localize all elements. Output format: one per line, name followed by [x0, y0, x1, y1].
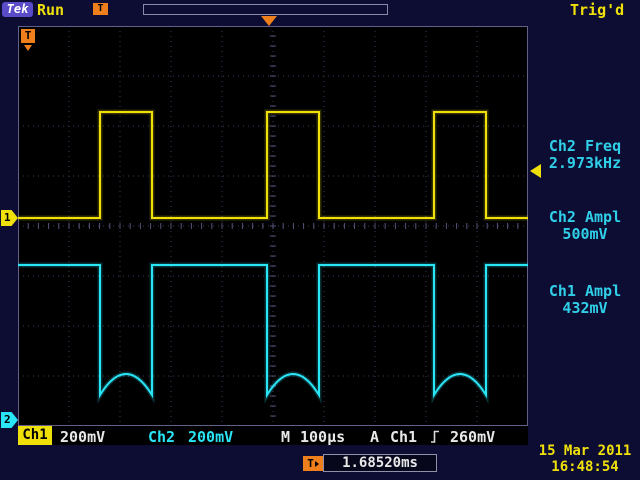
- ch1-trace-glow: [18, 112, 528, 218]
- trigger-position-indicator: T: [93, 3, 108, 15]
- ch1-position-marker: 1: [1, 210, 18, 226]
- ch2-label: Ch2: [148, 428, 175, 446]
- measurement-value: 432mV: [531, 300, 639, 317]
- status-bar: Ch1 200mV Ch2 200mV M 100µs A Ch1 260mV: [18, 426, 528, 445]
- trigger-time-badge: T: [303, 456, 323, 471]
- measurement-label: Ch1 Ampl: [531, 283, 639, 300]
- measurement-label: Ch2 Freq: [531, 138, 639, 155]
- trigger-marker: T: [21, 29, 35, 43]
- rising-edge-icon: [430, 429, 440, 447]
- right-arrow-icon: [315, 461, 319, 467]
- measurement-ch2-ampl: Ch2 Ampl 500mV: [531, 209, 639, 243]
- ch2-scale-readout: 200mV: [188, 428, 233, 446]
- ch1-label-badge: Ch1: [18, 426, 52, 445]
- ch1-scale-readout: 200mV: [60, 428, 105, 446]
- tek-logo: Tek: [2, 2, 33, 17]
- acquisition-status: Run: [37, 1, 64, 19]
- trigger-mode: A: [370, 428, 379, 446]
- measurement-ch1-ampl: Ch1 Ampl 432mV: [531, 283, 639, 317]
- date-readout: 15 Mar 2011: [530, 443, 640, 459]
- timebase-readout: 100µs: [300, 428, 345, 446]
- graticule: T: [18, 26, 528, 426]
- ch2-position-marker: 2: [1, 412, 18, 428]
- trigger-level-readout: 260mV: [450, 428, 495, 446]
- datetime-readout: 15 Mar 2011 16:48:54: [530, 443, 640, 475]
- measurement-value: 2.973kHz: [531, 155, 639, 172]
- trigger-time-readout: 1.68520ms: [323, 454, 437, 472]
- trigger-source: Ch1: [390, 428, 417, 446]
- waveform-display: [18, 26, 528, 426]
- measurement-value: 500mV: [531, 226, 639, 243]
- measurement-ch2-freq: Ch2 Freq 2.973kHz: [531, 138, 639, 172]
- timebase-label: M: [281, 428, 290, 446]
- clock-readout: 16:48:54: [530, 459, 640, 475]
- record-view-bar: [143, 4, 388, 15]
- measurement-label: Ch2 Ampl: [531, 209, 639, 226]
- ch1-trace: [18, 112, 528, 218]
- trigger-horizontal-position-icon: [261, 16, 277, 26]
- trigger-time-label: T: [307, 457, 314, 470]
- oscilloscope-screen: Tek Run T Trig'd T 1 2 Ch2 Freq 2.973kHz…: [0, 0, 640, 480]
- trigger-status: Trig'd: [570, 1, 624, 19]
- trigger-marker-arrow-icon: [24, 45, 32, 51]
